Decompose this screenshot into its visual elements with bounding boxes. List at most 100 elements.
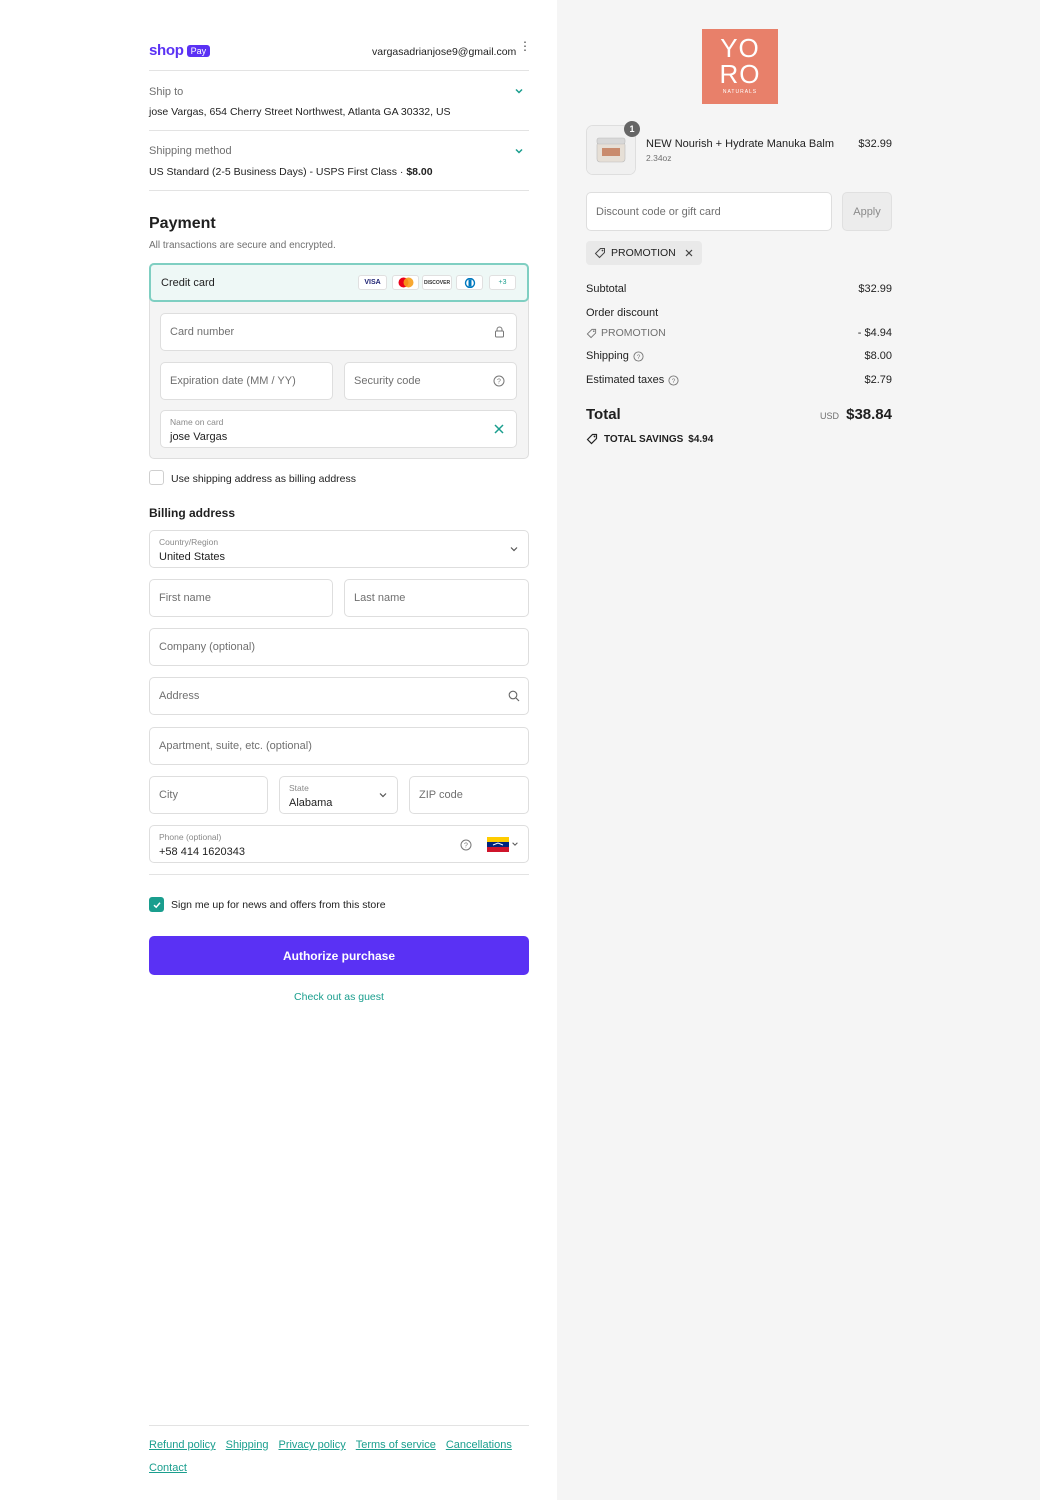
privacy-policy-link[interactable]: Privacy policy bbox=[278, 1439, 345, 1451]
pay-badge: Pay bbox=[186, 44, 211, 57]
more-cards-badge: +3 bbox=[489, 275, 516, 290]
total-row: Total USD $38.84 bbox=[586, 406, 892, 423]
chevron-down-icon[interactable] bbox=[510, 837, 520, 851]
chevron-down-icon bbox=[507, 542, 521, 556]
remove-promotion-icon[interactable] bbox=[684, 248, 694, 258]
taxes-row: Estimated taxes ? $2.79 bbox=[586, 374, 892, 386]
last-name-placeholder: Last name bbox=[354, 592, 406, 604]
payment-title: Payment bbox=[149, 215, 216, 232]
ship-to-label: Ship to bbox=[149, 86, 184, 98]
subtotal-value: $32.99 bbox=[858, 283, 892, 295]
city-field[interactable]: City bbox=[149, 776, 268, 814]
state-label: State bbox=[289, 783, 309, 793]
state-value: Alabama bbox=[289, 797, 333, 809]
refund-policy-link[interactable]: Refund policy bbox=[149, 1439, 216, 1451]
svg-text:?: ? bbox=[464, 843, 468, 850]
state-select[interactable]: State Alabama bbox=[279, 776, 398, 814]
help-circle-icon[interactable]: ? bbox=[492, 374, 506, 388]
footer-links: Refund policy Shipping Privacy policy Te… bbox=[149, 1439, 512, 1451]
mastercard-icon bbox=[392, 275, 419, 290]
phone-field[interactable]: Phone (optional) +58 414 1620343 ? bbox=[149, 825, 529, 863]
address-placeholder: Address bbox=[159, 690, 200, 702]
name-on-card-field[interactable]: Name on card jose Vargas bbox=[160, 410, 517, 448]
account-email[interactable]: vargasadrianjose9@gmail.com bbox=[372, 46, 516, 58]
store-logo-line2: RO bbox=[719, 59, 761, 89]
valid-check-icon bbox=[492, 422, 506, 436]
discount-code-input[interactable]: Discount code or gift card bbox=[586, 192, 832, 231]
help-circle-icon[interactable]: ? bbox=[459, 838, 473, 852]
diners-club-icon bbox=[456, 275, 483, 290]
ship-to-value: jose Vargas, 654 Cherry Street Northwest… bbox=[149, 106, 451, 118]
credit-card-label: Credit card bbox=[161, 277, 215, 289]
first-name-field[interactable]: First name bbox=[149, 579, 333, 617]
payment-subtitle: All transactions are secure and encrypte… bbox=[149, 240, 336, 251]
product-price: $32.99 bbox=[858, 138, 892, 150]
company-field[interactable]: Company (optional) bbox=[149, 628, 529, 666]
first-name-placeholder: First name bbox=[159, 592, 211, 604]
total-savings: TOTAL SAVINGS $4.94 bbox=[586, 433, 713, 445]
use-shipping-label: Use shipping address as billing address bbox=[171, 473, 357, 485]
savings-value: $4.94 bbox=[688, 433, 714, 445]
venezuela-flag-icon[interactable] bbox=[487, 837, 509, 852]
billing-title: Billing address bbox=[149, 506, 236, 520]
subtotal-label: Subtotal bbox=[586, 283, 627, 295]
address-field[interactable]: Address bbox=[149, 677, 529, 715]
newsletter-checkbox[interactable] bbox=[149, 897, 164, 912]
tag-icon bbox=[594, 247, 606, 259]
ship-to-chevron-icon[interactable] bbox=[509, 81, 529, 101]
total-label: Total bbox=[586, 406, 621, 423]
vertical-dots-icon[interactable]: ⋮ bbox=[519, 40, 531, 52]
store-logo-line3: NATURALS bbox=[722, 89, 758, 95]
chevron-down-icon bbox=[376, 788, 390, 802]
shipping-method-text: US Standard (2-5 Business Days) - USPS F… bbox=[149, 166, 407, 178]
promotion-label: PROMOTION bbox=[601, 327, 666, 339]
authorize-purchase-button[interactable]: Authorize purchase bbox=[149, 936, 529, 975]
quantity-badge: 1 bbox=[624, 121, 640, 137]
total-value: $38.84 bbox=[846, 406, 892, 423]
contact-link[interactable]: Contact bbox=[149, 1462, 187, 1474]
promotion-row: PROMOTION - $4.94 bbox=[586, 327, 892, 339]
city-placeholder: City bbox=[159, 789, 178, 801]
card-number-field[interactable]: Card number bbox=[160, 313, 517, 351]
apply-button[interactable]: Apply bbox=[842, 192, 892, 231]
taxes-label: Estimated taxes bbox=[586, 374, 665, 386]
discount-value: - $4.94 bbox=[857, 327, 892, 339]
security-code-field[interactable]: Security code ? bbox=[344, 362, 517, 400]
taxes-line: Estimated taxes ? bbox=[586, 374, 679, 386]
card-number-placeholder: Card number bbox=[170, 326, 235, 338]
shipping-method-label: Shipping method bbox=[149, 145, 232, 157]
savings-label: TOTAL SAVINGS bbox=[604, 433, 684, 445]
guest-checkout-link[interactable]: Check out as guest bbox=[149, 991, 529, 1003]
zip-code-field[interactable]: ZIP code bbox=[409, 776, 529, 814]
shipping-link[interactable]: Shipping bbox=[226, 1439, 269, 1451]
newsletter-label: Sign me up for news and offers from this… bbox=[171, 899, 386, 911]
tag-icon bbox=[586, 328, 597, 339]
phone-label: Phone (optional) bbox=[159, 832, 222, 842]
shipping-method-chevron-icon[interactable] bbox=[509, 141, 529, 161]
apartment-field[interactable]: Apartment, suite, etc. (optional) bbox=[149, 727, 529, 765]
country-value: United States bbox=[159, 551, 226, 563]
footer-contact: Contact bbox=[149, 1458, 187, 1476]
currency-code: USD bbox=[820, 411, 840, 421]
shipping-label: Shipping bbox=[586, 350, 629, 362]
country-select[interactable]: Country/Region United States bbox=[149, 530, 529, 568]
product-variant: 2.34oz bbox=[646, 153, 672, 163]
shop-pay-logo: shop Pay bbox=[149, 42, 211, 59]
promotion-line: PROMOTION bbox=[586, 327, 666, 339]
lock-icon bbox=[492, 325, 506, 339]
company-placeholder: Company (optional) bbox=[159, 641, 255, 653]
last-name-field[interactable]: Last name bbox=[344, 579, 529, 617]
cancellations-link[interactable]: Cancellations bbox=[446, 1439, 512, 1451]
taxes-value: $2.79 bbox=[864, 374, 892, 386]
help-circle-icon[interactable]: ? bbox=[633, 350, 644, 362]
terms-link[interactable]: Terms of service bbox=[356, 1439, 436, 1451]
apartment-placeholder: Apartment, suite, etc. (optional) bbox=[159, 740, 312, 752]
expiration-date-field[interactable]: Expiration date (MM / YY) bbox=[160, 362, 333, 400]
svg-text:?: ? bbox=[672, 377, 676, 384]
help-circle-icon[interactable]: ? bbox=[668, 374, 679, 386]
discount-placeholder: Discount code or gift card bbox=[596, 206, 721, 218]
store-logo[interactable]: YO RO NATURALS bbox=[702, 29, 778, 104]
use-shipping-checkbox[interactable] bbox=[149, 470, 164, 485]
promotion-tag: PROMOTION bbox=[586, 241, 702, 265]
name-on-card-value: jose Vargas bbox=[170, 431, 228, 443]
